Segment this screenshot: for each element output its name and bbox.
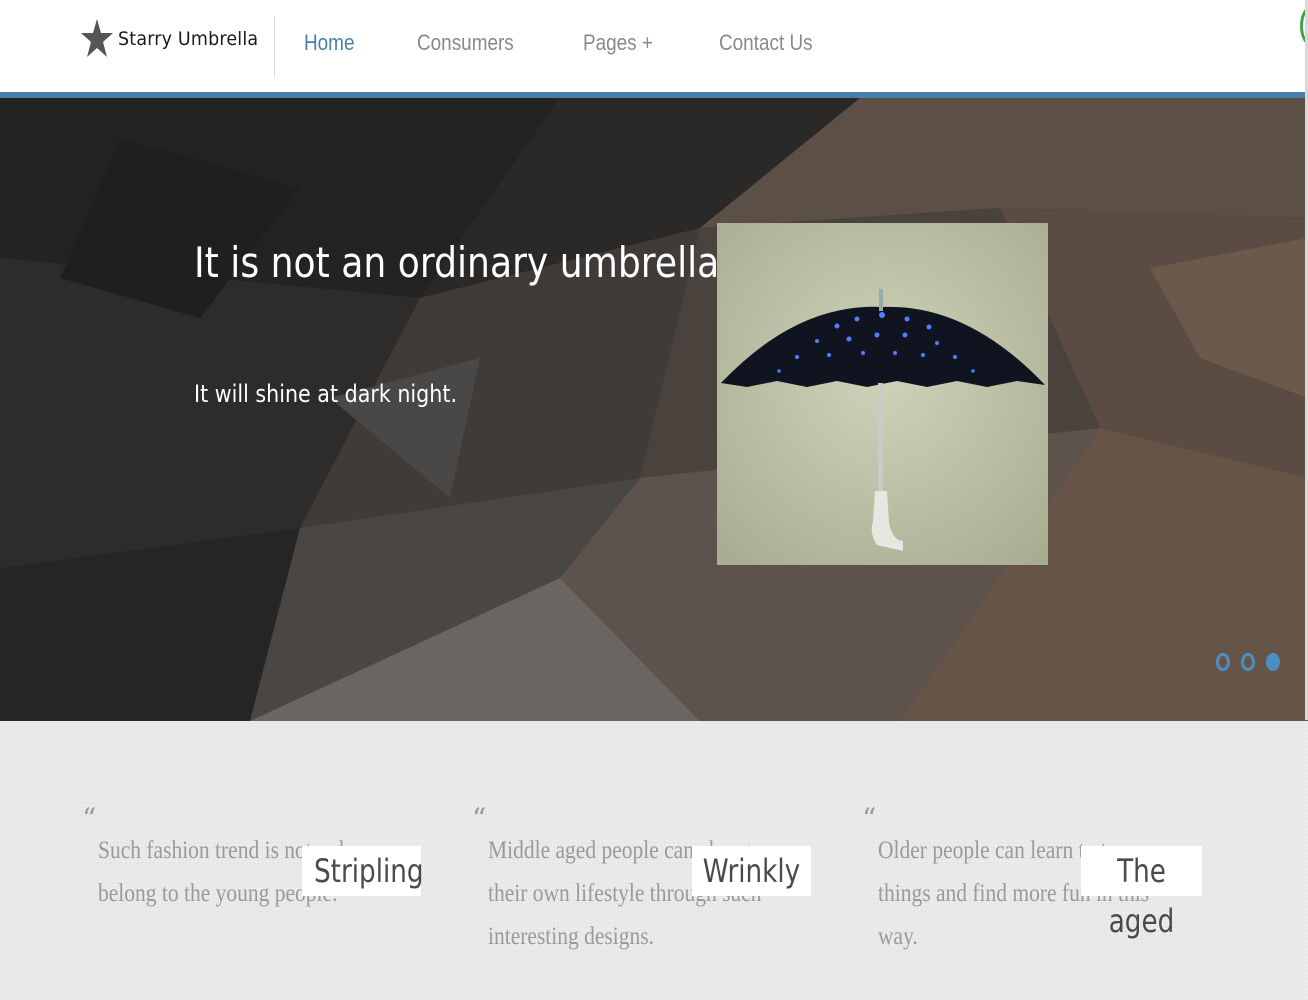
hero-subtitle: It will shine at dark night. [194, 380, 457, 408]
main-nav: Home Consumers Pages + Contact Us [304, 30, 881, 56]
quote-mark-icon: “ [82, 802, 97, 835]
hero-background [0, 98, 1308, 721]
hero-title: It is not an ordinary umbrella [194, 238, 720, 287]
slider-dot-2[interactable] [1241, 653, 1255, 671]
hero-slider: It is not an ordinary umbrella It will s… [0, 98, 1308, 721]
author-label: Stripling [314, 852, 424, 890]
nav-item-pages[interactable]: Pages + [583, 30, 653, 56]
nav-item-contact-us[interactable]: Contact Us [719, 30, 813, 56]
author-label: Wrinkly [702, 852, 801, 890]
site-header: Starry Umbrella Home Consumers Pages + C… [0, 0, 1308, 92]
nav-item-consumers[interactable]: Consumers [417, 30, 514, 56]
testimonials-section: “ Such fashion trend is not only belong … [0, 721, 1308, 1000]
slider-dot-3[interactable] [1266, 653, 1280, 671]
testimonial-author: The aged [1081, 846, 1202, 940]
brand-name: Starry Umbrella [118, 28, 259, 50]
slider-pagination [1216, 653, 1291, 671]
header-divider [274, 16, 275, 78]
author-label: The aged [1108, 852, 1175, 940]
star-icon [81, 19, 113, 57]
starry-umbrella-photo [717, 223, 1048, 565]
brand-logo[interactable]: Starry Umbrella [80, 14, 271, 64]
quote-mark-icon: “ [472, 802, 487, 835]
slider-dot-1[interactable] [1216, 653, 1230, 671]
testimonial-author: Stripling [302, 846, 424, 896]
quote-mark-icon: “ [862, 802, 877, 835]
testimonial-author: Wrinkly [692, 846, 811, 896]
nav-item-home[interactable]: Home [304, 30, 354, 56]
